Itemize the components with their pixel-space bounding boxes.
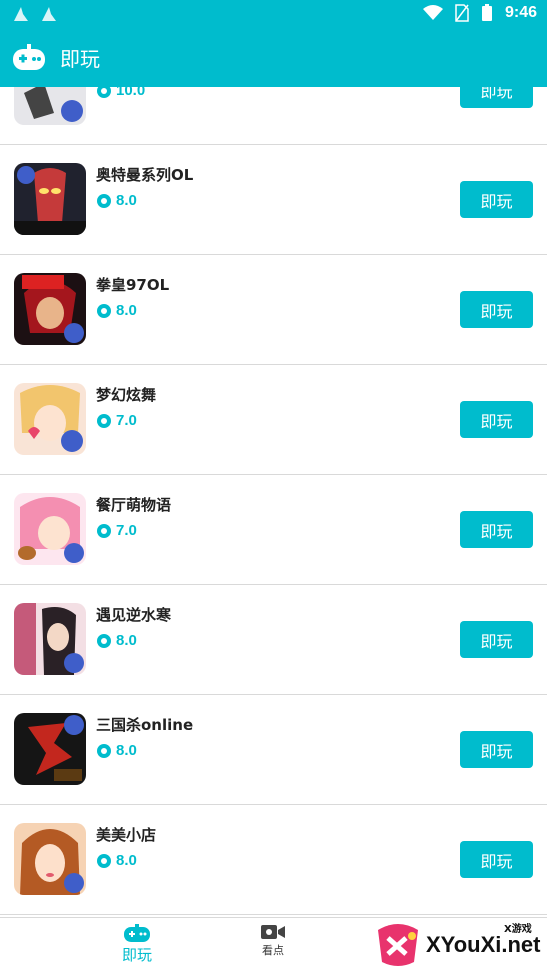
game-name: 遇见逆水寒: [96, 606, 172, 624]
play-button[interactable]: 即玩: [460, 621, 533, 658]
battery-icon: [481, 4, 492, 21]
game-name: 餐厅萌物语: [96, 496, 172, 514]
game-row[interactable]: 奥特曼系列OL 8.0 即玩: [0, 145, 547, 255]
watermark: X游戏 XYouXi.net: [372, 918, 544, 972]
rating-score: 7.0: [116, 412, 137, 429]
game-rating: 7.0: [96, 522, 137, 539]
nav-watch-label: 看点: [262, 944, 284, 957]
play-button[interactable]: 即玩: [460, 401, 533, 438]
rating-score: 7.0: [116, 522, 137, 539]
game-icon: [14, 603, 86, 675]
no-sim-icon: [455, 4, 469, 22]
badge-icon: [97, 523, 111, 538]
badge-icon: [97, 743, 111, 758]
game-name: 梦幻炫舞: [96, 386, 157, 404]
page-title: 即玩: [60, 47, 100, 71]
rating-score: 8.0: [116, 852, 137, 869]
badge-icon: [97, 853, 111, 868]
game-icon: [14, 163, 86, 235]
game-row[interactable]: 遇见逆水寒 8.0 即玩: [0, 585, 547, 695]
play-button[interactable]: 即玩: [460, 291, 533, 328]
game-icon: [14, 383, 86, 455]
game-rating: 8.0: [96, 632, 137, 649]
rating-score: 8.0: [116, 192, 137, 209]
game-icon: [14, 823, 86, 895]
game-rating: 8.0: [96, 302, 137, 319]
game-icon: [14, 713, 86, 785]
play-button[interactable]: 即玩: [460, 731, 533, 768]
play-button[interactable]: 即玩: [460, 841, 533, 878]
game-icon: [14, 493, 86, 565]
badge-icon: [97, 303, 111, 318]
app-bar: 即玩: [0, 30, 547, 87]
video-camera-icon: [261, 925, 285, 939]
game-row[interactable]: 梦幻炫舞 7.0 即玩: [0, 365, 547, 475]
notification-icon: [42, 7, 56, 21]
game-list[interactable]: 10.0 即玩 奥特曼系列OL 8.0 即玩 拳皇97OL 8.0 即玩 梦幻炫…: [0, 35, 547, 915]
rating-score: 8.0: [116, 742, 137, 759]
rating-score: 8.0: [116, 302, 137, 319]
game-name: 三国杀online: [96, 716, 194, 734]
game-name: 奥特曼系列OL: [96, 166, 194, 184]
game-rating: 8.0: [96, 852, 137, 869]
status-bar: 9:46: [0, 0, 547, 30]
game-row[interactable]: 三国杀online 8.0 即玩: [0, 695, 547, 805]
top-bar: 9:46 即玩: [0, 0, 547, 87]
play-button[interactable]: 即玩: [460, 511, 533, 548]
nav-tab-watch[interactable]: 看点: [248, 924, 298, 958]
game-rating: 8.0: [96, 192, 137, 209]
rating-score: 8.0: [116, 632, 137, 649]
watermark-logo-icon: [378, 924, 418, 966]
notification-icon: [14, 7, 28, 21]
game-name: 拳皇97OL: [96, 276, 170, 294]
gamepad-icon: [124, 924, 150, 942]
status-time: 9:46: [504, 4, 537, 21]
badge-icon: [97, 633, 111, 648]
game-name: 美美小店: [96, 826, 157, 844]
gamepad-logo-icon: [13, 44, 45, 70]
game-rating: 7.0: [96, 412, 137, 429]
watermark-text: XYouXi.net: [426, 932, 541, 957]
game-row[interactable]: 餐厅萌物语 7.0 即玩: [0, 475, 547, 585]
game-row[interactable]: 拳皇97OL 8.0 即玩: [0, 255, 547, 365]
wifi-icon: [422, 5, 443, 20]
game-row[interactable]: 美美小店 8.0 即玩: [0, 805, 547, 915]
badge-icon: [97, 413, 111, 428]
game-icon: [14, 273, 86, 345]
badge-icon: [97, 193, 111, 208]
nav-play-label: 即玩: [121, 946, 152, 964]
play-button[interactable]: 即玩: [460, 181, 533, 218]
game-rating: 8.0: [96, 742, 137, 759]
nav-tab-play[interactable]: 即玩: [112, 924, 162, 965]
